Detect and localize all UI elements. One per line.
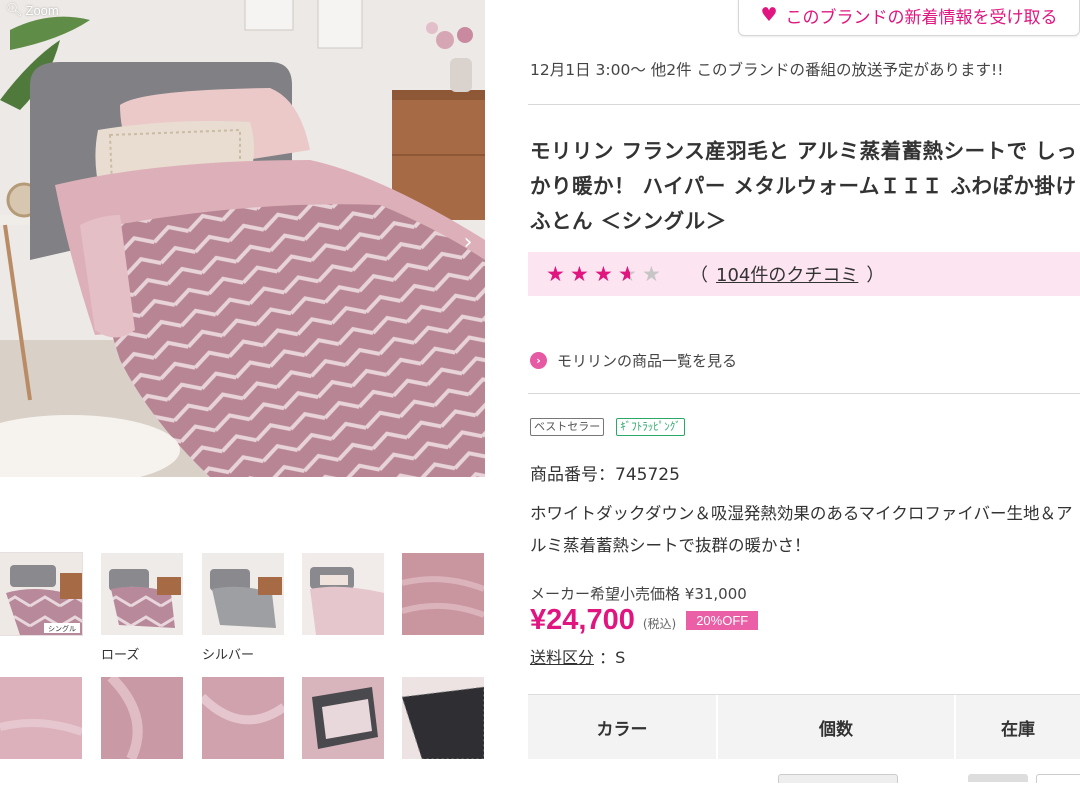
sale-price: ¥24,700 — [530, 604, 635, 636]
price-row: ¥24,700 (税込) 20%OFF — [530, 604, 759, 637]
product-number: 商品番号：745725 — [530, 465, 680, 485]
spec-table: カラー 個数 在庫 — [528, 694, 1080, 785]
star-icon: ★ — [546, 261, 565, 286]
shipping-class: 送料区分 ：S — [530, 644, 625, 668]
thumbnail-rose[interactable] — [101, 553, 183, 635]
thumbnail-image — [0, 677, 82, 759]
review-paren-close: ） — [866, 265, 885, 286]
tax-note: (税込) — [642, 617, 677, 631]
stock-indicator — [968, 774, 1028, 782]
star-icon: ★ — [594, 261, 613, 286]
zoom-text: Zoom — [25, 2, 59, 18]
thumbnail-image — [402, 677, 484, 759]
follow-brand-button[interactable]: ♥ このブランドの新着情報を受け取る — [738, 0, 1080, 36]
bestseller-badge: ベストセラー — [530, 418, 605, 436]
follow-brand-label: このブランドの新着情報を受け取る — [785, 7, 1058, 28]
zoom-magnifier-icon: 🔍︎ — [6, 2, 23, 17]
product-title: モリリン フランス産羽毛と アルミ蒸着蓄熱シートで しっかり暖か！ ハイパー メ… — [530, 139, 1078, 233]
product-description: ホワイトダックダウン＆吸湿発熱効果のあるマイクロファイバー生地＆アルミ蒸着蓄熱シ… — [530, 504, 1073, 555]
star-icon: ★ ★ — [618, 261, 637, 286]
thumb-caption-silver: シルバー — [202, 647, 255, 662]
review-count-link[interactable]: 104件のクチコミ — [716, 261, 858, 287]
thumbnail-image — [202, 677, 284, 759]
thumb-tag: シングル — [48, 624, 76, 633]
gift-wrapping-badge: ｷﾞﾌﾄﾗｯﾋﾟﾝｸﾞ — [616, 418, 685, 436]
broadcast-notice: 12月1日 3:00〜 他2件 このブランドの番組の放送予定があります!! — [530, 61, 1004, 79]
rating-bar: ★ ★ ★ ★ ★ ★ （ 104件のクチコミ ） — [528, 252, 1080, 296]
color-header: カラー — [528, 695, 718, 759]
quantity-header: 個数 — [718, 695, 956, 759]
next-image-chevron-icon[interactable]: › — [458, 230, 478, 256]
star-half-fill: ★ — [618, 263, 630, 285]
thumbnail-7[interactable] — [101, 677, 183, 759]
star-icon: ★ — [570, 261, 589, 286]
thumb-caption-rose: ローズ — [101, 647, 140, 662]
stock-header: 在庫 — [956, 695, 1080, 759]
thumbnail-image — [202, 553, 284, 635]
thumbnail-5[interactable] — [402, 553, 484, 635]
discount-badge: 20%OFF — [686, 611, 759, 630]
chevron-right-icon: › — [530, 352, 547, 369]
thumbnail-image: シングル — [0, 553, 82, 635]
divider — [528, 104, 1080, 105]
thumbnail-4[interactable] — [302, 553, 384, 635]
msrp: メーカー希望小売価格 ¥31,000 — [530, 585, 747, 603]
thumbnail-silver[interactable] — [202, 553, 284, 635]
thumbnail-1[interactable]: シングル — [0, 552, 83, 636]
brand-products-link[interactable]: › モリリンの商品一覧を見る — [530, 350, 737, 371]
shipping-class-value: ：S — [599, 648, 626, 667]
zoom-label[interactable]: 🔍︎ Zoom — [6, 2, 59, 18]
divider — [528, 393, 1080, 394]
shipping-class-link[interactable]: 送料区分 — [530, 648, 594, 667]
thumbnail-image — [302, 677, 384, 759]
stock-button[interactable] — [1036, 774, 1080, 783]
thumbnail-image — [101, 677, 183, 759]
product-badges: ベストセラー ｷﾞﾌﾄﾗｯﾋﾟﾝｸﾞ — [530, 418, 685, 436]
review-paren-open: （ — [690, 265, 708, 286]
thumbnail-6[interactable] — [0, 677, 82, 759]
main-product-image[interactable]: 🔍︎ Zoom › — [0, 0, 485, 477]
bed-photo — [0, 0, 485, 477]
thumbnail-image — [302, 553, 384, 635]
thumbnail-8[interactable] — [202, 677, 284, 759]
thumbnail-image — [402, 553, 484, 635]
star-icon: ★ — [642, 261, 661, 286]
thumbnail-10[interactable] — [402, 677, 484, 759]
rating-stars: ★ ★ ★ ★ ★ ★ — [546, 261, 666, 286]
heart-icon: ♥ — [760, 3, 778, 26]
quantity-select[interactable] — [778, 774, 898, 783]
brand-products-label: モリリンの商品一覧を見る — [557, 352, 738, 370]
thumbnail-image — [101, 553, 183, 635]
thumbnail-9[interactable] — [302, 677, 384, 759]
